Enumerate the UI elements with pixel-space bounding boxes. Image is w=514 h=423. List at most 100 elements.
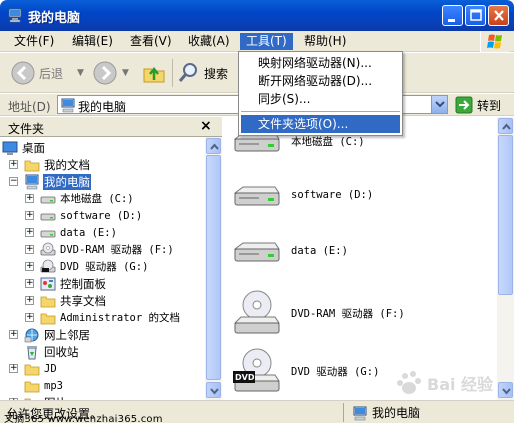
collapse-icon[interactable]: −: [9, 177, 18, 186]
chevron-up-icon: [502, 123, 511, 130]
site-watermark: 文摘365 www.wenzhai365.com: [4, 410, 163, 423]
scroll-up-button[interactable]: [206, 138, 221, 154]
search-label: 搜索: [204, 66, 229, 81]
minimize-button[interactable]: [442, 5, 463, 26]
tree-item[interactable]: 我的电脑: [24, 173, 91, 190]
baidu-jingyan-watermark: Bai 经验: [397, 371, 494, 394]
scroll-thumb[interactable]: [498, 135, 513, 295]
computer-icon: [25, 174, 39, 189]
menu-edit[interactable]: 编辑(E): [66, 33, 119, 50]
maximize-button[interactable]: [465, 5, 486, 26]
folder-icon: [40, 313, 56, 324]
back-arrow-icon: [11, 61, 35, 85]
drive-item[interactable]: software (D:): [231, 179, 373, 211]
expand-icon[interactable]: +: [25, 296, 34, 305]
expand-icon[interactable]: +: [25, 245, 34, 254]
tree-item[interactable]: 桌面: [2, 139, 46, 156]
drive-label: software (D:): [291, 189, 374, 201]
content-scrollbar[interactable]: [497, 117, 514, 400]
expand-icon[interactable]: +: [9, 364, 18, 373]
menu-separator: [241, 111, 400, 112]
scroll-down-button[interactable]: [206, 382, 221, 398]
tree-item-label: DVD-RAM 驱动器 (F:): [60, 244, 174, 256]
drive-item[interactable]: DVD DVD 驱动器 (G:): [231, 347, 379, 395]
menu-file[interactable]: 文件(F): [8, 33, 60, 50]
site-watermark-label: 文摘365: [4, 414, 45, 423]
chevron-down-icon: [435, 101, 445, 108]
maximize-icon: [470, 9, 482, 21]
tree-item-label: DVD 驱动器 (G:): [60, 261, 149, 273]
chevron-up-icon: [210, 143, 219, 150]
cd-drive-icon: [233, 290, 280, 334]
tree-item[interactable]: DVD-RAM 驱动器 (F:): [40, 241, 175, 258]
scroll-up-button[interactable]: [498, 118, 513, 134]
drive-icon: [40, 230, 56, 237]
expand-icon[interactable]: +: [9, 160, 18, 169]
forward-button[interactable]: ▼: [92, 59, 129, 87]
scroll-thumb[interactable]: [206, 155, 221, 380]
tree-item-label: 网上邻居: [44, 327, 90, 342]
drive-icon: [40, 196, 56, 203]
up-folder-button[interactable]: [142, 59, 166, 87]
menu-help[interactable]: 帮助(H): [298, 33, 352, 50]
folder-icon: [40, 296, 56, 307]
minimize-icon: [448, 19, 455, 22]
close-button[interactable]: [488, 5, 509, 26]
expand-icon[interactable]: +: [25, 262, 34, 271]
menu-item-disconnect-network-drive[interactable]: 断开网络驱动器(D)...: [241, 72, 400, 90]
menu-view[interactable]: 查看(V): [124, 33, 178, 50]
drive-label: DVD 驱动器 (G:): [291, 365, 380, 378]
menu-item-folder-options[interactable]: 文件夹选项(O)...: [241, 115, 400, 133]
folder-icon: [24, 160, 40, 171]
tools-dropdown-menu: 映射网络驱动器(N)... 断开网络驱动器(D)... 同步(S)... 文件夹…: [238, 51, 403, 136]
tree-item[interactable]: data (E:): [40, 224, 118, 241]
title-bar[interactable]: 我的电脑: [0, 0, 514, 31]
tree-item[interactable]: JD: [24, 360, 58, 377]
folder-pane-title: 文件夹: [8, 122, 45, 136]
expand-icon[interactable]: +: [25, 228, 34, 237]
search-button[interactable]: 搜索: [177, 59, 228, 87]
drive-item[interactable]: data (E:): [231, 235, 348, 267]
expand-icon[interactable]: +: [9, 330, 18, 339]
back-dropdown-icon[interactable]: ▼: [77, 68, 84, 78]
tree-item[interactable]: 控制面板: [40, 275, 107, 292]
menu-item-map-network-drive[interactable]: 映射网络驱动器(N)...: [241, 54, 400, 72]
back-button[interactable]: 后退 ▼: [10, 59, 84, 87]
drive-item[interactable]: DVD-RAM 驱动器 (F:): [231, 289, 405, 337]
menu-item-synchronize[interactable]: 同步(S)...: [241, 90, 400, 108]
expand-icon[interactable]: +: [25, 279, 34, 288]
expand-icon[interactable]: +: [25, 211, 34, 220]
forward-dropdown-icon[interactable]: ▼: [122, 68, 129, 78]
folder-tree-scrollbar[interactable]: [205, 137, 222, 400]
menu-tools[interactable]: 工具(T): [240, 33, 293, 50]
window-title: 我的电脑: [28, 11, 81, 26]
status-separator: [343, 403, 344, 422]
tree-item[interactable]: software (D:): [40, 207, 143, 224]
tree-item[interactable]: 网上邻居: [24, 326, 91, 343]
tree-item[interactable]: 我的文档: [24, 156, 91, 173]
tree-item[interactable]: 共享文档: [40, 292, 107, 309]
folder-pane-header: 文件夹 ×: [0, 117, 222, 137]
tree-item-label: 控制面板: [60, 276, 106, 291]
drive-label: DVD-RAM 驱动器 (F:): [291, 307, 405, 320]
toolbar-separator: [172, 59, 173, 87]
tree-item-label: software (D:): [60, 209, 143, 222]
folder-up-icon: [143, 66, 165, 83]
tree-item[interactable]: mp3: [24, 377, 64, 394]
tree-item-label: 我的电脑: [43, 173, 91, 190]
tree-item[interactable]: 回收站: [24, 343, 80, 360]
svg-text:DVD: DVD: [235, 373, 255, 382]
folder-pane-close-button[interactable]: ×: [200, 118, 214, 134]
expand-icon[interactable]: +: [25, 194, 34, 203]
hard-disk-icon: [233, 186, 280, 206]
address-dropdown-button[interactable]: [431, 96, 447, 113]
content-pane: 本地磁盘 (C:) software (D:) data (E:) DVD-RAM 驱…: [223, 117, 514, 400]
tree-item[interactable]: 本地磁盘 (C:): [40, 190, 135, 207]
expand-icon[interactable]: +: [25, 313, 34, 322]
tree-item[interactable]: Administrator 的文档: [40, 309, 181, 326]
tree-item-label: JD: [44, 362, 57, 375]
desktop-icon: [2, 141, 18, 155]
go-button[interactable]: 转到: [455, 96, 501, 114]
menu-favorites[interactable]: 收藏(A): [182, 33, 236, 50]
tree-item[interactable]: DVD 驱动器 (G:): [40, 258, 149, 275]
